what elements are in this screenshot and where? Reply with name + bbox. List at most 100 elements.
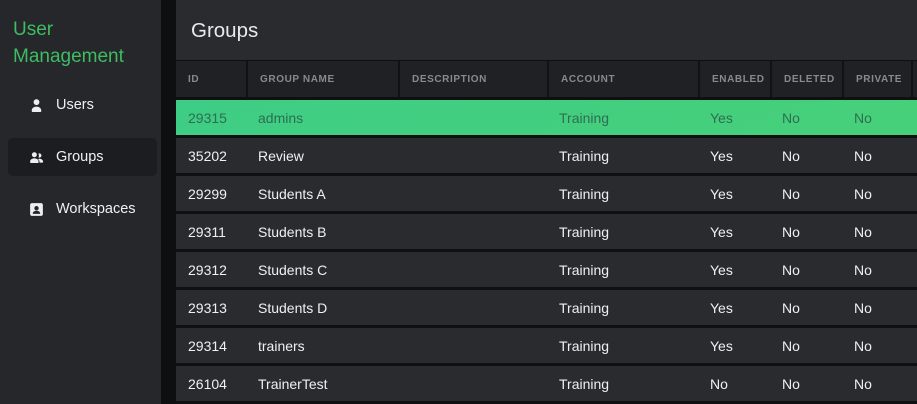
cell-private: No bbox=[854, 375, 872, 392]
cell-description bbox=[398, 328, 547, 363]
cell-enabled: Yes bbox=[710, 147, 733, 164]
sidebar-item-label: Users bbox=[56, 97, 94, 113]
table-row[interactable]: 29311 Students B Training Yes No No bbox=[176, 214, 917, 252]
sidebar: User Management Users Groups Workspaces bbox=[0, 0, 161, 404]
table-body: 29315 admins Training Yes No No 35202 Re… bbox=[176, 100, 917, 404]
table-row[interactable]: 29314 trainers Training Yes No No bbox=[176, 328, 917, 366]
cell-private: No bbox=[854, 299, 872, 316]
cell-group-name: Review bbox=[258, 147, 304, 164]
app-title: User Management bbox=[13, 19, 124, 67]
user-icon bbox=[28, 97, 45, 114]
cell-id: 29312 bbox=[188, 261, 227, 278]
cell-group-name: Students A bbox=[258, 185, 326, 202]
cell-id: 29311 bbox=[188, 223, 226, 240]
cell-private: No bbox=[854, 185, 872, 202]
cell-deleted: No bbox=[782, 109, 800, 126]
cell-account: Training bbox=[559, 147, 610, 164]
cell-description bbox=[398, 100, 547, 135]
cell-account: Training bbox=[559, 109, 610, 126]
cell-description bbox=[398, 290, 547, 325]
sidebar-item-users[interactable]: Users bbox=[0, 86, 161, 124]
cell-id: 29314 bbox=[188, 337, 227, 354]
table-row[interactable]: 29312 Students C Training Yes No No bbox=[176, 252, 917, 290]
cell-enabled: Yes bbox=[710, 261, 733, 278]
main-content: Groups ID GROUP NAME DESCRIPTION ACCOUNT… bbox=[176, 0, 917, 404]
table-row[interactable]: 35202 Review Training Yes No No bbox=[176, 138, 917, 176]
cell-description bbox=[398, 214, 547, 249]
cell-enabled: No bbox=[710, 375, 728, 392]
cell-description bbox=[398, 176, 547, 211]
cell-deleted: No bbox=[782, 261, 800, 278]
cell-account: Training bbox=[559, 337, 610, 354]
cell-account: Training bbox=[559, 375, 610, 392]
cell-id: 29315 bbox=[188, 109, 227, 126]
cell-filler bbox=[911, 252, 917, 287]
column-header-account[interactable]: ACCOUNT bbox=[547, 61, 698, 97]
column-header-group-name[interactable]: GROUP NAME bbox=[246, 61, 398, 97]
cell-deleted: No bbox=[782, 147, 800, 164]
cell-description bbox=[398, 138, 547, 173]
cell-account: Training bbox=[559, 299, 610, 316]
cell-account: Training bbox=[559, 185, 610, 202]
column-header-description[interactable]: DESCRIPTION bbox=[398, 61, 547, 97]
groups-table: ID GROUP NAME DESCRIPTION ACCOUNT ENABLE… bbox=[176, 60, 917, 404]
workspace-badge-icon bbox=[28, 201, 45, 218]
column-header-deleted[interactable]: DELETED bbox=[770, 61, 842, 97]
cell-group-name: trainers bbox=[258, 337, 305, 354]
table-row[interactable]: 26104 TrainerTest Training No No No bbox=[176, 366, 917, 404]
cell-enabled: Yes bbox=[710, 337, 733, 354]
cell-id: 29313 bbox=[188, 299, 227, 316]
cell-filler bbox=[911, 100, 917, 135]
cell-private: No bbox=[854, 223, 872, 240]
column-header-id[interactable]: ID bbox=[176, 61, 246, 97]
cell-id: 26104 bbox=[188, 375, 227, 392]
cell-enabled: Yes bbox=[710, 299, 733, 316]
cell-description bbox=[398, 366, 547, 401]
cell-deleted: No bbox=[782, 299, 800, 316]
cell-deleted: No bbox=[782, 223, 800, 240]
cell-enabled: Yes bbox=[710, 185, 733, 202]
cell-private: No bbox=[854, 261, 872, 278]
column-header-enabled[interactable]: ENABLED bbox=[698, 61, 770, 97]
table-row[interactable]: 29315 admins Training Yes No No bbox=[176, 100, 917, 138]
sidebar-nav: Users Groups Workspaces bbox=[0, 86, 161, 228]
cell-description bbox=[398, 252, 547, 287]
column-header-filler bbox=[911, 61, 917, 97]
table-header-row: ID GROUP NAME DESCRIPTION ACCOUNT ENABLE… bbox=[176, 60, 917, 100]
cell-private: No bbox=[854, 147, 872, 164]
sidebar-divider bbox=[161, 0, 176, 404]
cell-enabled: Yes bbox=[710, 223, 733, 240]
cell-account: Training bbox=[559, 261, 610, 278]
cell-enabled: Yes bbox=[710, 109, 733, 126]
cell-group-name: Students C bbox=[258, 261, 328, 278]
cell-filler bbox=[911, 176, 917, 211]
cell-group-name: TrainerTest bbox=[258, 375, 328, 392]
cell-deleted: No bbox=[782, 337, 800, 354]
users-icon bbox=[28, 149, 45, 166]
cell-group-name: Students D bbox=[258, 299, 328, 316]
sidebar-item-label: Groups bbox=[56, 149, 104, 165]
cell-group-name: admins bbox=[258, 109, 304, 126]
cell-deleted: No bbox=[782, 375, 800, 392]
cell-id: 29299 bbox=[188, 185, 227, 202]
app-window: User Management Users Groups Workspaces bbox=[0, 0, 917, 404]
cell-filler bbox=[911, 328, 917, 363]
cell-account: Training bbox=[559, 223, 610, 240]
table-row[interactable]: 29313 Students D Training Yes No No bbox=[176, 290, 917, 328]
table-row[interactable]: 29299 Students A Training Yes No No bbox=[176, 176, 917, 214]
cell-filler bbox=[911, 290, 917, 325]
main-header: Groups bbox=[176, 0, 917, 60]
page-title: Groups bbox=[191, 19, 259, 42]
cell-filler bbox=[911, 138, 917, 173]
cell-deleted: No bbox=[782, 185, 800, 202]
cell-id: 35202 bbox=[188, 147, 227, 164]
cell-filler bbox=[911, 214, 917, 249]
sidebar-item-label: Workspaces bbox=[56, 201, 136, 217]
cell-private: No bbox=[854, 109, 872, 126]
cell-filler bbox=[911, 366, 917, 401]
column-header-private[interactable]: PRIVATE bbox=[842, 61, 911, 97]
sidebar-item-groups[interactable]: Groups bbox=[8, 138, 157, 176]
sidebar-item-workspaces[interactable]: Workspaces bbox=[0, 190, 161, 228]
cell-group-name: Students B bbox=[258, 223, 327, 240]
cell-private: No bbox=[854, 337, 872, 354]
